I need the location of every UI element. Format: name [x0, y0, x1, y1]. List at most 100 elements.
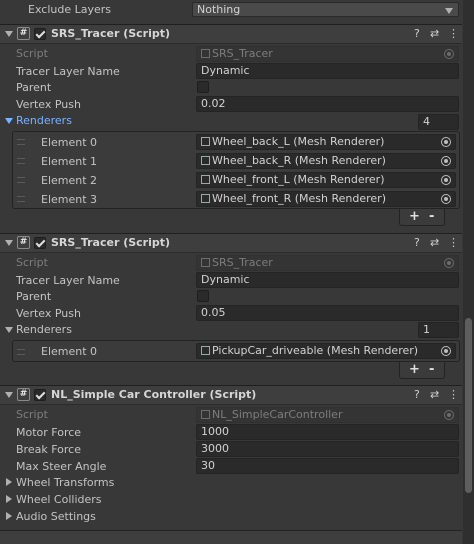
script-icon: #	[17, 388, 30, 401]
element-value: Wheel_front_R (Mesh Renderer)	[212, 192, 386, 205]
renderers-foldout-icon[interactable]	[5, 327, 13, 333]
element-value: Wheel_back_R (Mesh Renderer)	[212, 154, 386, 167]
element-label: Element 2	[41, 174, 98, 187]
tracer-layer-name-input[interactable]: Dynamic	[196, 272, 459, 288]
renderers-label[interactable]: Renderers	[16, 323, 72, 336]
parent-checkbox[interactable]	[197, 290, 209, 302]
renderers-list: Element 0 Wheel_back_L (Mesh Renderer) E…	[12, 131, 460, 209]
help-icon[interactable]: ?	[414, 236, 420, 249]
drag-handle-icon[interactable]	[17, 349, 25, 355]
audio-settings-label[interactable]: Audio Settings	[16, 510, 96, 523]
component-title: SRS_Tracer (Script)	[51, 236, 171, 249]
add-element-button[interactable]: +	[409, 209, 420, 224]
tracer-layer-name-label: Tracer Layer Name	[16, 65, 120, 78]
remove-element-button[interactable]: -	[429, 209, 434, 224]
component-header-srs-tracer-1[interactable]: # SRS_Tracer (Script) ? ⇄ ⋮	[0, 24, 462, 44]
script-asset-icon	[201, 410, 210, 419]
scrollbar-thumb[interactable]	[465, 318, 472, 493]
object-picker-icon[interactable]	[441, 346, 451, 356]
element-value: Wheel_back_L (Mesh Renderer)	[212, 135, 385, 148]
audio-settings-foldout-icon[interactable]	[6, 512, 12, 520]
renderers-count-input[interactable]: 4	[418, 114, 459, 130]
element-object-field[interactable]: Wheel_back_L (Mesh Renderer)	[196, 134, 456, 150]
parent-label: Parent	[16, 290, 52, 303]
element-label: Element 3	[41, 193, 98, 206]
component-enabled-checkbox[interactable]	[34, 389, 46, 401]
drag-handle-icon[interactable]	[17, 177, 25, 183]
exclude-layers-row: Exclude Layers Nothing	[0, 0, 474, 20]
script-value: NL_SimpleCarController	[212, 408, 343, 421]
script-field: SRS_Tracer	[196, 46, 459, 62]
drag-handle-icon[interactable]	[17, 196, 25, 202]
object-picker-icon[interactable]	[441, 175, 451, 185]
remove-element-button[interactable]: -	[429, 362, 434, 377]
vertex-push-label: Vertex Push	[16, 307, 81, 320]
element-value: Wheel_front_L (Mesh Renderer)	[212, 173, 385, 186]
renderers-count-input[interactable]: 1	[418, 322, 459, 338]
tracer-layer-name-label: Tracer Layer Name	[16, 274, 120, 287]
mesh-renderer-icon	[201, 156, 210, 165]
presets-icon[interactable]: ⇄	[430, 388, 439, 401]
script-field: NL_SimpleCarController	[196, 407, 459, 423]
script-icon: #	[17, 236, 30, 249]
drag-handle-icon[interactable]	[17, 139, 25, 145]
script-field: SRS_Tracer	[196, 255, 459, 271]
component-enabled-checkbox[interactable]	[34, 28, 46, 40]
object-picker-icon	[444, 258, 454, 268]
component-header-car-controller[interactable]: # NL_Simple Car Controller (Script) ? ⇄ …	[0, 385, 462, 405]
wheel-transforms-foldout-icon[interactable]	[6, 478, 12, 486]
tracer-layer-name-input[interactable]: Dynamic	[196, 63, 459, 79]
foldout-arrow-icon[interactable]	[5, 240, 13, 246]
parent-label: Parent	[16, 81, 52, 94]
mesh-renderer-icon	[201, 194, 210, 203]
script-value: SRS_Tracer	[212, 47, 273, 60]
list-add-remove-bar: + -	[399, 362, 445, 379]
object-picker-icon[interactable]	[441, 194, 451, 204]
help-icon[interactable]: ?	[414, 388, 420, 401]
element-object-field[interactable]: Wheel_front_L (Mesh Renderer)	[196, 172, 456, 188]
parent-checkbox[interactable]	[197, 81, 209, 93]
help-icon[interactable]: ?	[414, 27, 420, 40]
element-object-field[interactable]: PickupCar_driveable (Mesh Renderer)	[196, 343, 456, 359]
script-label: Script	[16, 47, 48, 60]
component-title: SRS_Tracer (Script)	[51, 27, 171, 40]
list-item: Element 2 Wheel_front_L (Mesh Renderer)	[13, 170, 459, 189]
max-steer-angle-input[interactable]: 30	[196, 458, 459, 474]
component-header-srs-tracer-2[interactable]: # SRS_Tracer (Script) ? ⇄ ⋮	[0, 233, 462, 253]
vertex-push-input[interactable]: 0.02	[196, 96, 459, 112]
element-label: Element 0	[41, 136, 98, 149]
list-item: Element 0 Wheel_back_L (Mesh Renderer)	[13, 132, 459, 151]
exclude-layers-dropdown[interactable]: Nothing	[192, 2, 459, 17]
script-label: Script	[16, 256, 48, 269]
object-picker-icon[interactable]	[441, 137, 451, 147]
break-force-input[interactable]: 3000	[196, 441, 459, 457]
exclude-layers-label: Exclude Layers	[28, 3, 111, 16]
component-title: NL_Simple Car Controller (Script)	[51, 388, 257, 401]
wheel-transforms-label[interactable]: Wheel Transforms	[16, 476, 114, 489]
motor-force-input[interactable]: 1000	[196, 424, 459, 440]
chevron-down-icon	[445, 8, 453, 14]
script-label: Script	[16, 408, 48, 421]
more-icon[interactable]: ⋮	[448, 388, 459, 401]
object-picker-icon	[444, 410, 454, 420]
list-item: Element 3 Wheel_front_R (Mesh Renderer)	[13, 189, 459, 208]
presets-icon[interactable]: ⇄	[430, 236, 439, 249]
presets-icon[interactable]: ⇄	[430, 27, 439, 40]
component-enabled-checkbox[interactable]	[34, 237, 46, 249]
element-object-field[interactable]: Wheel_back_R (Mesh Renderer)	[196, 153, 456, 169]
wheel-colliders-foldout-icon[interactable]	[6, 495, 12, 503]
renderers-label[interactable]: Renderers	[16, 114, 72, 127]
scrollbar-track[interactable]	[463, 0, 474, 544]
renderers-foldout-icon[interactable]	[5, 118, 13, 124]
drag-handle-icon[interactable]	[17, 158, 25, 164]
vertex-push-input[interactable]: 0.05	[196, 305, 459, 321]
more-icon[interactable]: ⋮	[448, 27, 459, 40]
add-element-button[interactable]: +	[409, 362, 420, 377]
foldout-arrow-icon[interactable]	[5, 31, 13, 37]
wheel-colliders-label[interactable]: Wheel Colliders	[16, 493, 102, 506]
more-icon[interactable]: ⋮	[448, 236, 459, 249]
object-picker-icon[interactable]	[441, 156, 451, 166]
list-add-remove-bar: + -	[399, 209, 445, 226]
element-object-field[interactable]: Wheel_front_R (Mesh Renderer)	[196, 191, 456, 207]
foldout-arrow-icon[interactable]	[5, 392, 13, 398]
